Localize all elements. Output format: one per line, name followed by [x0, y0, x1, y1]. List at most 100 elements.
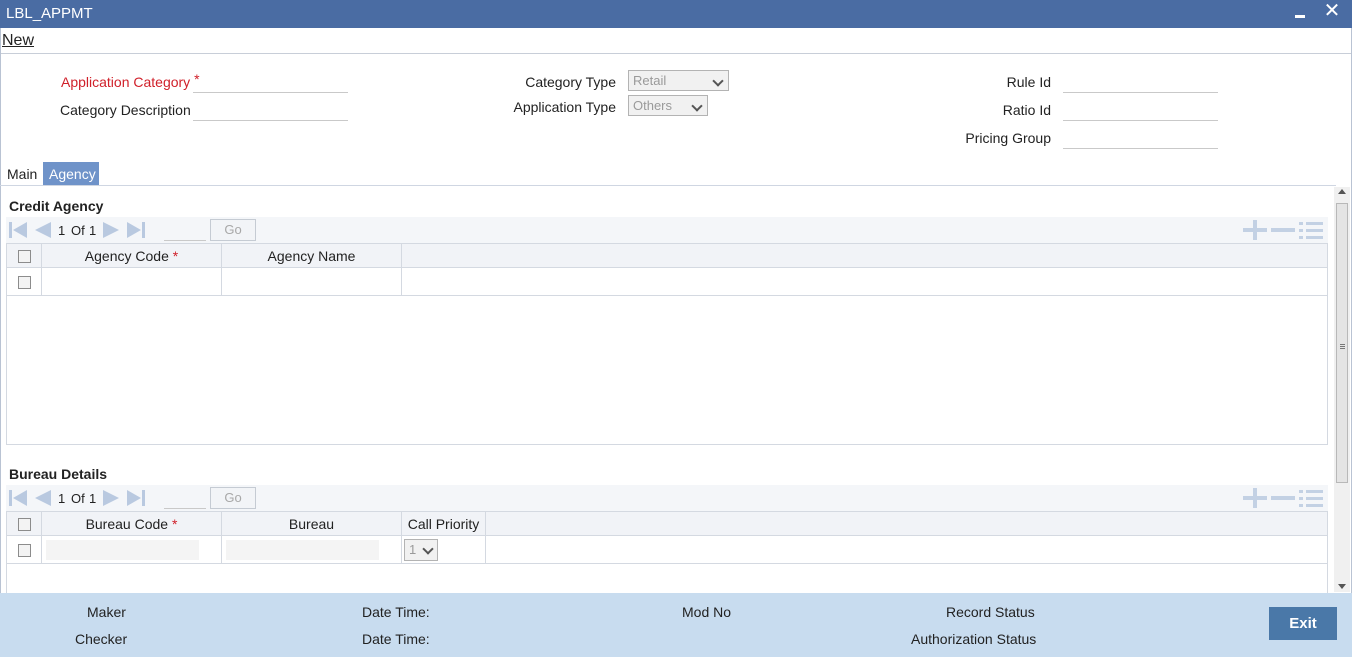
- exit-button[interactable]: Exit: [1269, 607, 1337, 640]
- tab-divider: [0, 185, 1336, 186]
- audit-footer: [0, 593, 1352, 657]
- agency-name-header: Agency Name: [222, 244, 402, 268]
- ratio-id-input[interactable]: [1063, 101, 1218, 121]
- bureau-details-pager: 1 Of 1 Go: [6, 485, 1328, 511]
- table-row-filler: [486, 536, 1327, 564]
- application-type-value: Others: [633, 98, 673, 113]
- select-all-cell: [7, 512, 42, 536]
- bureau-code-cell: [42, 536, 222, 564]
- record-status-label: Record Status: [946, 604, 1035, 620]
- ratio-id-label: Ratio Id: [1002, 102, 1051, 118]
- call-priority-header: Call Priority: [402, 512, 486, 536]
- application-type-select[interactable]: Others: [628, 95, 708, 116]
- pager-current: 1: [58, 223, 66, 238]
- call-priority-select[interactable]: 1: [404, 539, 438, 561]
- application-category-input[interactable]: [193, 73, 348, 93]
- page-number-input[interactable]: [164, 489, 206, 509]
- add-row-icon[interactable]: [1242, 220, 1268, 243]
- maker-date-time-label: Date Time:: [362, 604, 430, 620]
- previous-page-icon[interactable]: [32, 489, 52, 507]
- credit-agency-pager: 1 Of 1 Go: [6, 217, 1328, 243]
- mod-no-label: Mod No: [682, 604, 732, 620]
- agency-code-header: Agency Code *: [42, 244, 222, 268]
- chevron-down-icon: [712, 75, 724, 87]
- agency-code-header-text: Agency Code: [84, 248, 169, 264]
- bureau-code-header-text: Bureau Code: [85, 516, 169, 532]
- call-priority-value: 1: [409, 542, 417, 557]
- last-page-icon[interactable]: [126, 489, 146, 507]
- agency-name-cell[interactable]: [222, 268, 402, 296]
- minimize-icon[interactable]: [1293, 4, 1307, 24]
- next-page-icon[interactable]: [102, 221, 122, 239]
- credit-agency-grid: Agency Code * Agency Name: [6, 243, 1328, 445]
- chevron-down-icon: [422, 543, 434, 555]
- select-all-checkbox[interactable]: [18, 250, 31, 263]
- maker-label: Maker: [87, 604, 126, 620]
- go-button[interactable]: Go: [210, 487, 256, 509]
- select-all-checkbox[interactable]: [18, 518, 31, 531]
- checker-label: Checker: [75, 631, 128, 647]
- bureau-header: Bureau: [222, 512, 402, 536]
- rule-id-input[interactable]: [1063, 73, 1218, 93]
- application-type-label: Application Type: [513, 99, 616, 115]
- pager-total: 1: [89, 223, 97, 238]
- required-marker: *: [172, 248, 179, 264]
- pricing-group-input[interactable]: [1063, 129, 1218, 149]
- credit-agency-title: Credit Agency: [9, 198, 104, 214]
- bureau-details-title: Bureau Details: [9, 466, 108, 482]
- rule-id-label: Rule Id: [1006, 74, 1051, 90]
- category-description-input[interactable]: [193, 101, 348, 121]
- pricing-group-label: Pricing Group: [965, 130, 1051, 146]
- application-category-label-text: Application Category: [61, 74, 191, 90]
- category-type-value: Retail: [633, 73, 667, 88]
- row-select-cell: [7, 536, 42, 564]
- next-page-icon[interactable]: [102, 489, 122, 507]
- first-page-icon[interactable]: [8, 221, 28, 239]
- scroll-down-icon[interactable]: [1338, 584, 1346, 589]
- go-button[interactable]: Go: [210, 219, 256, 241]
- vertical-scrollbar[interactable]: [1334, 187, 1350, 592]
- chevron-down-icon: [691, 100, 703, 112]
- new-link[interactable]: New: [2, 32, 34, 50]
- grip-icon: [1340, 344, 1345, 345]
- menu-bar: New: [0, 28, 1352, 54]
- bureau-code-field[interactable]: [46, 540, 199, 560]
- row-select-cell: [7, 268, 42, 296]
- category-type-label: Category Type: [525, 74, 616, 90]
- pager-of: Of: [71, 491, 85, 506]
- bureau-field[interactable]: [226, 540, 379, 560]
- delete-row-icon[interactable]: [1270, 220, 1296, 243]
- title-bar: LBL_APPMT ✕: [0, 0, 1352, 28]
- delete-row-icon[interactable]: [1270, 488, 1296, 511]
- single-view-icon[interactable]: [1298, 488, 1324, 511]
- category-type-select[interactable]: Retail: [628, 70, 729, 91]
- page-number-input[interactable]: [164, 221, 206, 241]
- first-page-icon[interactable]: [8, 489, 28, 507]
- single-view-icon[interactable]: [1298, 220, 1324, 243]
- bureau-cell: [222, 536, 402, 564]
- previous-page-icon[interactable]: [32, 221, 52, 239]
- pager-total: 1: [89, 491, 97, 506]
- category-description-label: Category Description: [60, 102, 191, 118]
- row-checkbox[interactable]: [18, 276, 31, 289]
- bureau-code-header: Bureau Code *: [42, 512, 222, 536]
- grid-header: Agency Code * Agency Name: [7, 244, 1327, 268]
- application-category-label: Application Category *: [61, 71, 200, 90]
- pager-of: Of: [71, 223, 85, 238]
- window-title: LBL_APPMT: [6, 5, 93, 22]
- tab-main[interactable]: Main: [1, 162, 41, 186]
- required-marker: *: [171, 516, 178, 532]
- select-all-cell: [7, 244, 42, 268]
- row-checkbox[interactable]: [18, 544, 31, 557]
- tab-agency[interactable]: Agency: [43, 162, 99, 186]
- close-icon[interactable]: ✕: [1322, 0, 1342, 22]
- agency-code-cell[interactable]: [42, 268, 222, 296]
- scroll-thumb[interactable]: [1336, 203, 1348, 483]
- table-row-filler: [402, 268, 1327, 296]
- bureau-details-grid: Bureau Code * Bureau Call Priority 1: [6, 511, 1328, 593]
- grid-header: Bureau Code * Bureau Call Priority: [7, 512, 1327, 536]
- add-row-icon[interactable]: [1242, 488, 1268, 511]
- call-priority-cell: 1: [402, 536, 486, 564]
- scroll-up-icon[interactable]: [1338, 189, 1346, 194]
- last-page-icon[interactable]: [126, 221, 146, 239]
